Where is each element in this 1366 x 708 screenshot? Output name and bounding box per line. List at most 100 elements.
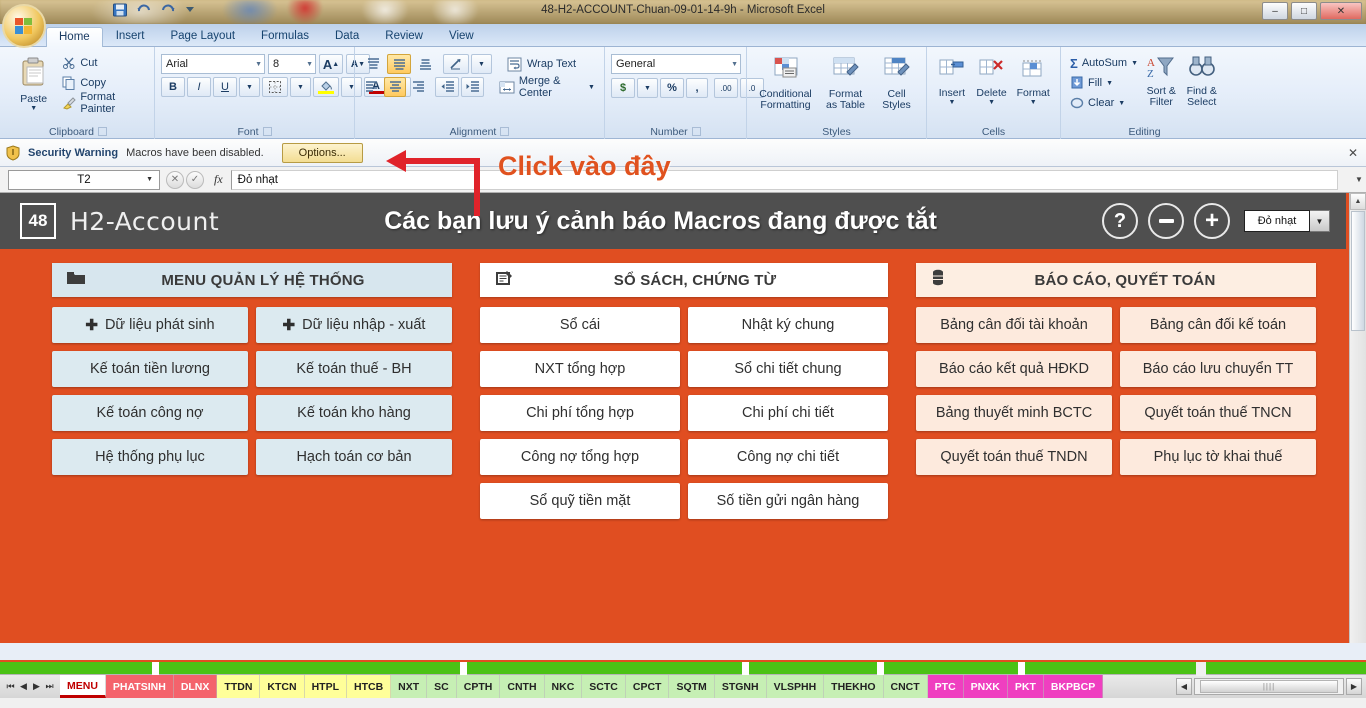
delete-cells-button[interactable]: Delete ▼ — [971, 56, 1013, 106]
increase-indent-button[interactable] — [460, 77, 484, 97]
align-top-button[interactable] — [361, 54, 385, 74]
sheet-tab-htcb[interactable]: HTCB — [347, 675, 392, 698]
theme-select[interactable]: Đỏ nhạt ▼ — [1244, 210, 1330, 232]
horizontal-scroll-thumb[interactable]: |||| — [1200, 680, 1338, 693]
undo-icon[interactable] — [136, 2, 152, 18]
alignment-dialog-launcher[interactable] — [500, 127, 510, 136]
tab-review[interactable]: Review — [372, 26, 436, 46]
copy-button[interactable]: Copy — [59, 73, 148, 93]
window-controls[interactable]: – □ ✕ — [1262, 2, 1362, 20]
increase-decimal-button[interactable]: .00 — [714, 78, 738, 98]
redo-icon[interactable] — [160, 2, 176, 18]
sheet-nav-buttons[interactable]: ⏮ ◀ ▶ ⏭ — [0, 675, 60, 698]
chevron-down-icon[interactable]: ▼ — [302, 61, 313, 68]
options-button[interactable]: Options... — [281, 142, 363, 163]
formula-input[interactable]: Đỏ nhạt — [230, 169, 1338, 190]
button-chi-phi-tong-hop[interactable]: Chi phí tổng hợp — [480, 395, 680, 431]
button-chi-phi-chi-tiet[interactable]: Chi phí chi tiết — [688, 395, 888, 431]
chevron-down-icon[interactable]: ▼ — [1131, 60, 1138, 67]
close-icon[interactable]: ✕ — [1348, 146, 1358, 160]
format-painter-button[interactable]: Format Painter — [59, 91, 148, 115]
button-bang-thuyet-minh-bctc[interactable]: Bảng thuyết minh BCTC — [916, 395, 1112, 431]
underline-button[interactable]: U — [213, 77, 237, 97]
orientation-dropdown[interactable]: ▼ — [471, 54, 492, 74]
scroll-right-button[interactable]: ▶ — [1346, 678, 1362, 695]
bold-button[interactable]: B — [161, 77, 185, 97]
scroll-up-button[interactable]: ▲ — [1350, 193, 1366, 210]
sheet-tab-sqtm[interactable]: SQTM — [669, 675, 716, 698]
save-icon[interactable] — [112, 2, 128, 18]
format-as-table-button[interactable]: Format as Table — [819, 54, 873, 111]
clear-button[interactable]: Clear ▼ — [1067, 93, 1141, 113]
button-cong-no-tong-hop[interactable]: Công nợ tổng hợp — [480, 439, 680, 475]
ribbon-tab-strip[interactable]: Home Insert Page Layout Formulas Data Re… — [0, 24, 1366, 47]
button-ke-toan-cong-no[interactable]: Kế toán công nợ — [52, 395, 248, 431]
conditional-formatting-button[interactable]: Conditional Formatting — [754, 54, 818, 111]
clipboard-dialog-launcher[interactable] — [97, 127, 107, 136]
scroll-left-button[interactable]: ◀ — [1176, 678, 1192, 695]
button-he-thong-phu-luc[interactable]: Hệ thống phụ lục — [52, 439, 248, 475]
align-center-button[interactable] — [384, 77, 406, 97]
insert-cells-button[interactable]: Insert ▼ — [933, 56, 971, 106]
sheet-tab-menu[interactable]: MENU — [60, 675, 106, 698]
chevron-down-icon[interactable]: ▼ — [1106, 80, 1113, 87]
tab-formulas[interactable]: Formulas — [248, 26, 322, 46]
sheet-tab-sc[interactable]: SC — [427, 675, 457, 698]
number-dialog-launcher[interactable] — [691, 127, 701, 136]
vertical-scrollbar[interactable]: ▲ — [1349, 193, 1366, 643]
tab-page-layout[interactable]: Page Layout — [157, 26, 248, 46]
button-cong-no-chi-tiet[interactable]: Công nợ chi tiết — [688, 439, 888, 475]
button-bao-cao-luu-chuyen-tt[interactable]: Báo cáo lưu chuyển TT — [1120, 351, 1316, 387]
sheet-tab-cnth[interactable]: CNTH — [500, 675, 545, 698]
format-cells-button[interactable]: Format ▼ — [1012, 56, 1054, 106]
minimize-button[interactable]: – — [1262, 2, 1288, 20]
sheet-tab-cnct[interactable]: CNCT — [883, 675, 928, 698]
button-bang-can-doi-ke-toan[interactable]: Bảng cân đối kế toán — [1120, 307, 1316, 343]
expand-formula-bar-button[interactable]: ▼ — [1352, 175, 1366, 184]
cut-button[interactable]: Cut — [59, 53, 148, 73]
font-size-combo[interactable]: 8 ▼ — [268, 54, 316, 74]
horizontal-scroll-track[interactable]: |||| — [1194, 678, 1344, 695]
help-button[interactable]: ? — [1102, 203, 1138, 239]
button-quyet-toan-thue-tncn[interactable]: Quyết toán thuế TNCN — [1120, 395, 1316, 431]
button-so-chi-tiet-chung[interactable]: Sổ chi tiết chung — [688, 351, 888, 387]
cell-styles-button[interactable]: Cell Styles — [874, 54, 920, 111]
quick-access-toolbar[interactable] — [112, 2, 200, 18]
italic-button[interactable]: I — [187, 77, 211, 97]
chevron-down-icon[interactable]: ▼ — [30, 105, 37, 112]
number-format-combo[interactable]: General ▼ — [611, 54, 741, 74]
next-sheet-button[interactable]: ▶ — [31, 681, 42, 692]
chevron-down-icon[interactable]: ▼ — [588, 84, 595, 91]
formula-bar-buttons[interactable]: ✕ ✓ — [160, 170, 210, 189]
sheet-tab-cpth[interactable]: CPTH — [456, 675, 501, 698]
chevron-down-icon[interactable]: ▼ — [988, 99, 995, 106]
currency-dropdown[interactable]: ▼ — [637, 78, 658, 98]
name-box[interactable]: T2 ▼ — [8, 169, 160, 190]
button-so-quy-tien-mat[interactable]: Sổ quỹ tiền mặt — [480, 483, 680, 519]
tab-data[interactable]: Data — [322, 26, 372, 46]
sheet-tab-ptc[interactable]: PTC — [927, 675, 964, 698]
plus-button[interactable]: + — [1194, 203, 1230, 239]
merge-center-button[interactable]: Merge & Center ▼ — [496, 75, 598, 99]
chevron-down-icon[interactable]: ▼ — [251, 61, 262, 68]
fill-color-button[interactable] — [313, 77, 339, 97]
wrap-text-button[interactable]: Wrap Text — [504, 54, 579, 74]
button-so-cai[interactable]: Sổ cái — [480, 307, 680, 343]
find-select-button[interactable]: Find & Select — [1182, 53, 1223, 108]
underline-dropdown[interactable]: ▼ — [239, 77, 260, 97]
sheet-tab-sctc[interactable]: SCTC — [582, 675, 626, 698]
font-dialog-launcher[interactable] — [262, 127, 272, 136]
customize-qat-icon[interactable] — [184, 2, 200, 18]
minus-button[interactable] — [1148, 203, 1184, 239]
vertical-scroll-thumb[interactable] — [1351, 211, 1365, 331]
sheet-tab-ktcn[interactable]: KTCN — [260, 675, 305, 698]
sheet-tab-nkc[interactable]: NKC — [544, 675, 583, 698]
button-nhat-ky-chung[interactable]: Nhật ký chung — [688, 307, 888, 343]
chevron-down-icon[interactable]: ▼ — [948, 99, 955, 106]
currency-button[interactable]: $ — [611, 78, 635, 98]
align-left-button[interactable] — [361, 77, 382, 97]
office-button[interactable] — [2, 4, 46, 48]
grow-font-button[interactable]: A ▲ — [319, 54, 343, 74]
chevron-down-icon[interactable]: ▼ — [1030, 99, 1037, 106]
sheet-tab-pnxk[interactable]: PNXK — [963, 675, 1009, 698]
